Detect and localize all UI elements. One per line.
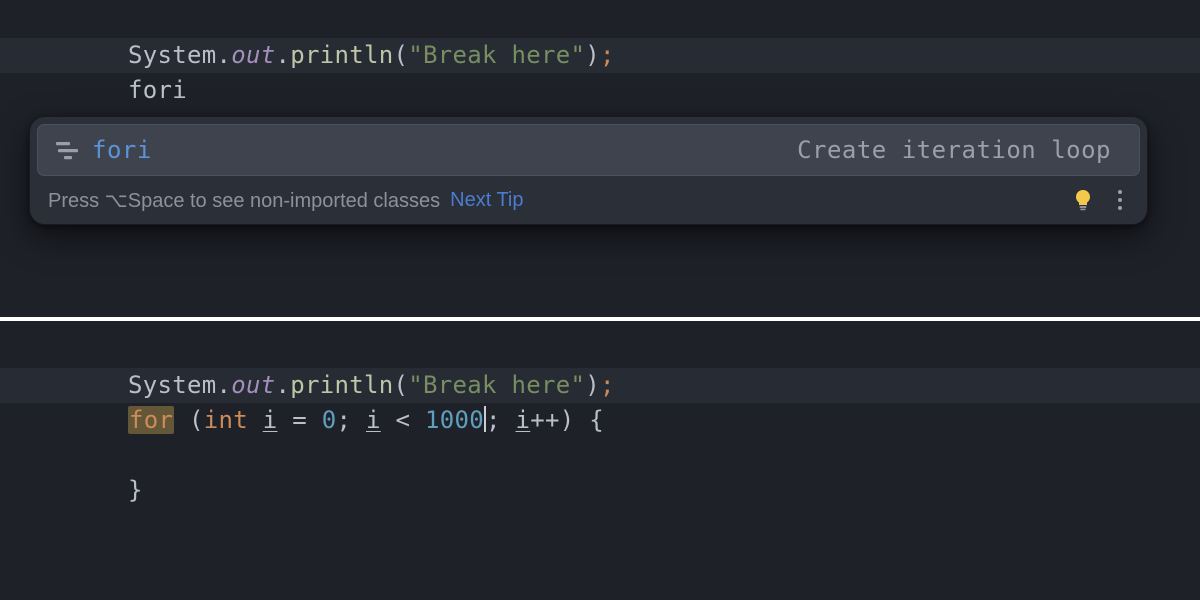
token-eq: = bbox=[278, 406, 322, 434]
more-options-icon[interactable] bbox=[1111, 190, 1129, 210]
tip-text: Press ⌥Space to see non-imported classes bbox=[48, 188, 440, 213]
token-field: out bbox=[231, 41, 275, 69]
token-dot: . bbox=[276, 371, 291, 399]
lightbulb-icon[interactable] bbox=[1073, 190, 1093, 210]
code-line[interactable]: } bbox=[0, 438, 1200, 473]
token-keyword-for: for bbox=[128, 406, 174, 434]
token-method: println bbox=[290, 371, 393, 399]
token-number: 0 bbox=[322, 406, 337, 434]
token-paren: ) bbox=[585, 41, 600, 69]
token-number: 1000 bbox=[425, 406, 484, 434]
autocomplete-popup: fori Create iteration loop Press ⌥Space … bbox=[29, 116, 1148, 225]
token-var: i bbox=[263, 406, 278, 434]
autocomplete-description: Create iteration loop bbox=[797, 136, 1111, 164]
token-paren: ) bbox=[585, 371, 600, 399]
token-semi: ; bbox=[486, 406, 516, 434]
live-template-icon bbox=[56, 139, 78, 161]
token-method: println bbox=[290, 41, 393, 69]
token-class: System. bbox=[128, 371, 231, 399]
token-keyword-int: int bbox=[204, 406, 248, 434]
next-tip-link[interactable]: Next Tip bbox=[450, 189, 523, 212]
token-string: "Break here" bbox=[408, 371, 585, 399]
token-semicolon: ; bbox=[600, 41, 615, 69]
token-var: i bbox=[366, 406, 381, 434]
token-semi: ; bbox=[337, 406, 367, 434]
token-lt: < bbox=[381, 406, 425, 434]
token-paren: ( bbox=[174, 406, 204, 434]
token-paren: ( bbox=[394, 371, 409, 399]
editor-top-pane[interactable]: System.out.println("Break here"); fori f… bbox=[0, 0, 1200, 317]
token-space bbox=[248, 406, 263, 434]
token-brace: } bbox=[128, 476, 143, 504]
token-inc: ++) { bbox=[530, 406, 604, 434]
token-string: "Break here" bbox=[408, 41, 585, 69]
editor-bottom-pane[interactable]: System.out.println("Break here"); for (i… bbox=[0, 321, 1200, 600]
token-semicolon: ; bbox=[600, 371, 615, 399]
typed-text: fori bbox=[128, 76, 187, 104]
token-field: out bbox=[231, 371, 275, 399]
token-dot: . bbox=[276, 41, 291, 69]
autocomplete-footer: Press ⌥Space to see non-imported classes… bbox=[30, 176, 1147, 224]
code-line[interactable]: System.out.println("Break here"); bbox=[0, 333, 1200, 368]
token-paren: ( bbox=[394, 41, 409, 69]
token-class: System. bbox=[128, 41, 231, 69]
autocomplete-label: fori bbox=[92, 136, 152, 164]
token-var: i bbox=[516, 406, 531, 434]
code-line[interactable]: System.out.println("Break here"); bbox=[0, 3, 1200, 38]
autocomplete-item[interactable]: fori Create iteration loop bbox=[37, 124, 1140, 176]
